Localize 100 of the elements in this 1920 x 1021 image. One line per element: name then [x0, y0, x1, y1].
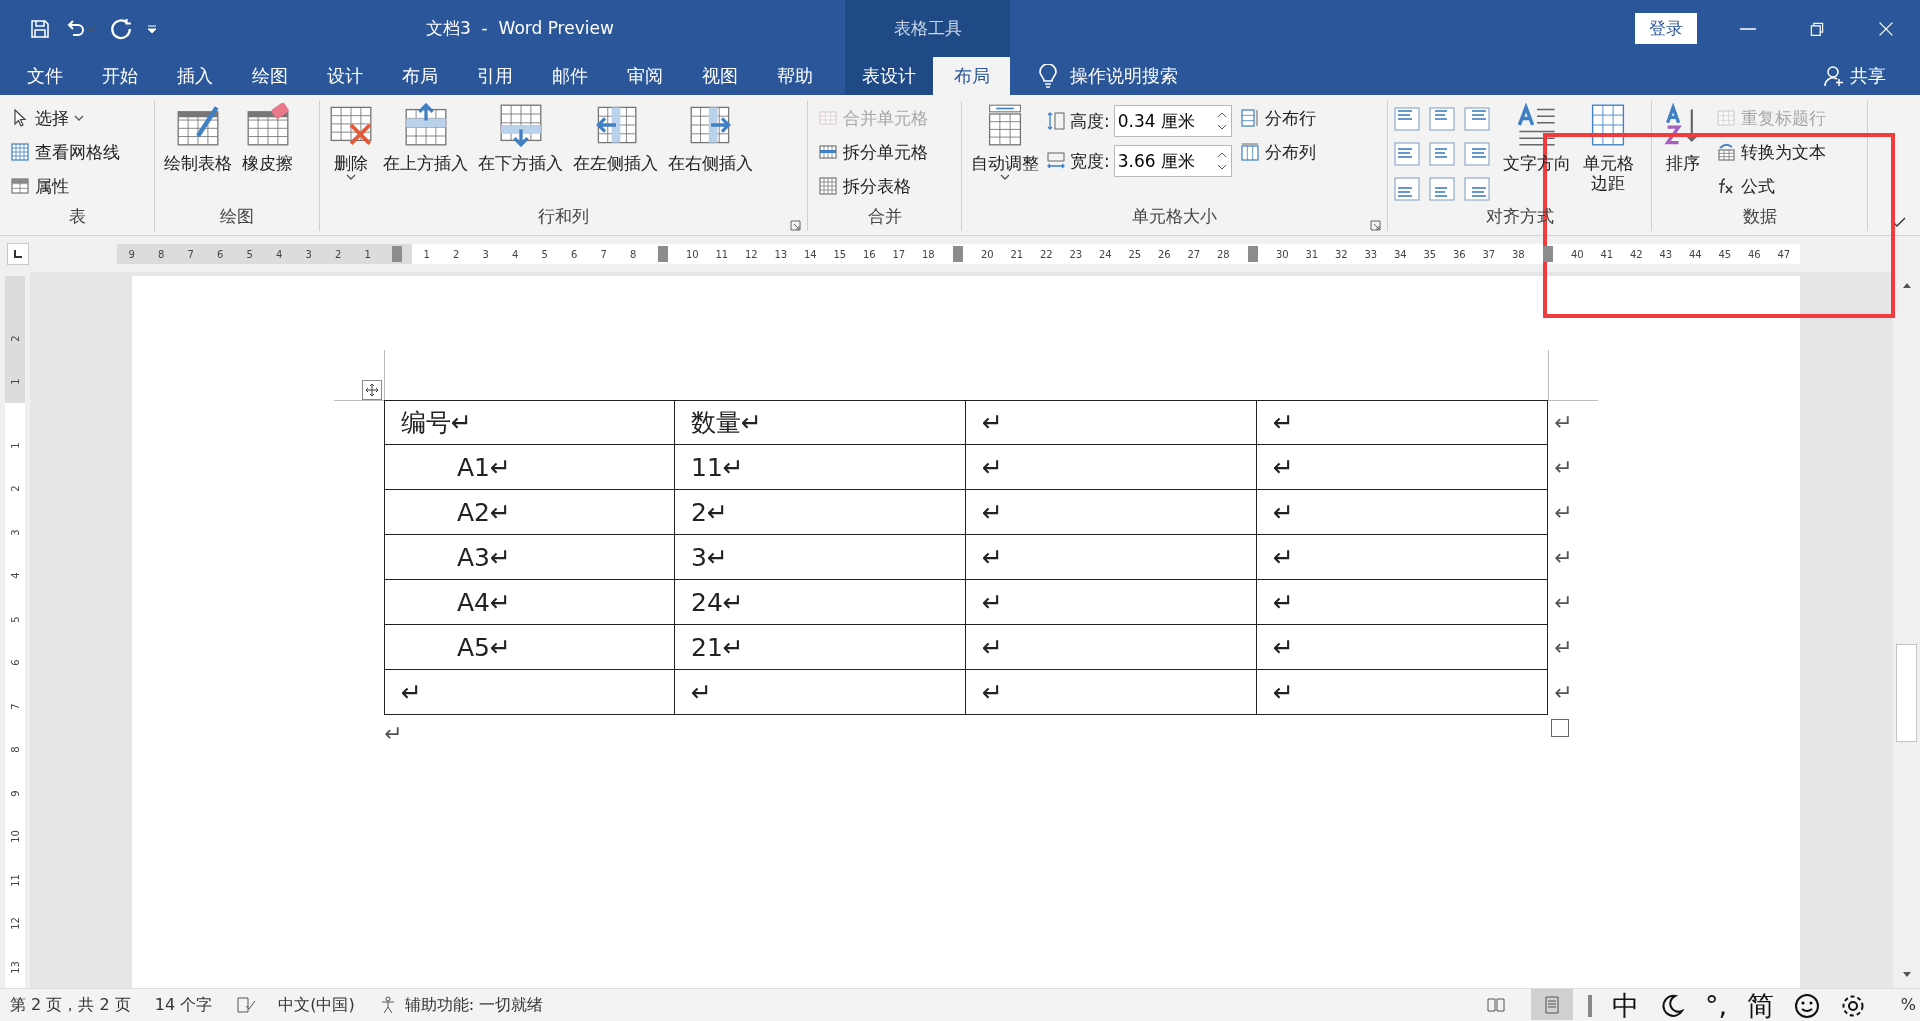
ruler-number: 37 — [1481, 247, 1497, 262]
table-up-arrow-button[interactable]: 在上方插入 — [380, 101, 471, 176]
ruler-number: 5 — [9, 615, 21, 623]
distribute-rows-icon — [1239, 108, 1260, 128]
ribbon-button[interactable]: 属性 — [6, 171, 124, 201]
group-label: 合并 — [867, 205, 902, 228]
cell-text: ↵ — [1273, 587, 1294, 617]
ruler-number: 32 — [1333, 247, 1349, 262]
ribbon-tab[interactable]: 开始 — [82, 57, 157, 95]
size-field[interactable]: 3.66 厘米 — [1113, 145, 1232, 177]
ribbon-button[interactable]: 选择 — [6, 103, 124, 133]
table-resize-button[interactable]: 自动调整 — [968, 101, 1042, 184]
cell-text: 21↵ — [691, 632, 744, 662]
align-icon[interactable] — [1464, 107, 1490, 131]
ruler-number: 15 — [832, 247, 848, 262]
ribbon-tab[interactable]: 引用 — [457, 57, 532, 95]
cell-text: 11↵ — [691, 452, 744, 482]
ribbon-tab[interactable]: 文件 — [7, 57, 82, 95]
ruler-number: 10 — [9, 830, 21, 843]
tab-selector-button[interactable] — [7, 243, 29, 265]
cell-text: ↵ — [982, 452, 1003, 482]
ruler-number: 12 — [743, 247, 759, 262]
ruler-number: 27 — [1186, 247, 1202, 262]
ruler-number: 13 — [9, 960, 21, 974]
accessibility-status[interactable]: 辅助功能: 一切就绪 — [378, 994, 544, 1016]
table-pencil-button[interactable]: 绘制表格 — [161, 101, 235, 176]
ribbon-button[interactable]: 拆分表格 — [814, 171, 932, 201]
table-left-arrow-button[interactable]: 在左侧插入 — [570, 101, 661, 176]
ribbon-button[interactable]: 查看网格线 — [6, 137, 124, 167]
ribbon-tab[interactable]: 审阅 — [607, 57, 682, 95]
align-icon[interactable] — [1464, 142, 1490, 166]
table-down-arrow-button[interactable]: 在下方插入 — [475, 101, 566, 176]
cell-text: 3↵ — [691, 542, 728, 572]
align-icon[interactable] — [1429, 142, 1455, 166]
ribbon-tab[interactable]: 表设计 — [845, 57, 933, 95]
table-right-arrow-button[interactable]: 在右侧插入 — [665, 101, 756, 176]
ruler-number: 45 — [1717, 247, 1733, 262]
move-handle-icon[interactable] — [362, 380, 382, 400]
ribbon-tab[interactable]: 插入 — [157, 57, 232, 95]
scrollbar-thumb[interactable] — [1896, 644, 1917, 742]
ribbon-tab[interactable]: 邮件 — [532, 57, 607, 95]
ribbon-button[interactable]: 转换为文本 — [1712, 137, 1830, 167]
field-label: 宽度: — [1070, 149, 1110, 173]
cell-text: ↵ — [1273, 632, 1294, 662]
spinner-icon[interactable] — [1215, 110, 1228, 132]
ribbon-tab[interactable]: 帮助 — [757, 57, 832, 95]
ribbon-tab[interactable]: 布局 — [382, 57, 457, 95]
scroll-down-icon — [1901, 971, 1912, 979]
ribbon-tab[interactable]: 绘图 — [232, 57, 307, 95]
ribbon-tab[interactable]: 布局 — [933, 57, 1010, 95]
align-icon[interactable] — [1464, 177, 1490, 201]
ribbon-tab[interactable]: 视图 — [682, 57, 757, 95]
close-icon — [1877, 20, 1894, 37]
align-icon[interactable] — [1394, 142, 1420, 166]
size-field[interactable]: 0.34 厘米 — [1113, 105, 1232, 137]
ruler-number: 3 — [481, 247, 490, 262]
login-button[interactable]: 登录 — [1635, 13, 1697, 44]
ribbon-button[interactable]: 公式 — [1712, 171, 1830, 201]
ribbon-tab[interactable]: 设计 — [307, 57, 382, 95]
table-icon — [818, 108, 838, 128]
ruler-number: 7 — [599, 247, 608, 262]
tell-me-search[interactable]: 操作说明搜索 — [1032, 57, 1184, 95]
ruler-number: 4 — [264, 244, 294, 264]
ime-button[interactable]: °, — [1705, 990, 1728, 1021]
ruler-number: 40 — [1569, 247, 1585, 262]
ime-button[interactable]: 中 — [1612, 987, 1639, 1021]
align-icon[interactable] — [1394, 177, 1420, 201]
ruler-number: 3 — [9, 528, 21, 536]
paragraph-mark: ↵ — [384, 721, 403, 746]
cell-text: ↵ — [982, 542, 1003, 572]
caret-icon — [74, 114, 84, 122]
table-list-icon — [10, 176, 30, 196]
resize-handle[interactable] — [1551, 719, 1569, 737]
table-eraser-button[interactable]: 橡皮擦 — [239, 101, 296, 176]
ribbon-button[interactable]: 拆分单元格 — [814, 137, 932, 167]
ime-button[interactable]: 简 — [1747, 987, 1775, 1021]
table-down-arrow-icon — [498, 103, 543, 147]
ribbon-button[interactable]: 分布列 — [1235, 137, 1320, 167]
cell-margins-button[interactable]: 单元格边距 — [1578, 101, 1639, 196]
ruler-marker[interactable] — [392, 246, 403, 262]
spinner-icon[interactable] — [1215, 150, 1228, 172]
group-label: 数据 — [1742, 205, 1777, 228]
align-icon[interactable] — [1429, 177, 1455, 201]
align-icon[interactable] — [1394, 107, 1420, 131]
redo-button[interactable] — [110, 17, 132, 40]
align-icon[interactable] — [1429, 107, 1455, 131]
ruler-marker[interactable] — [952, 246, 963, 262]
sort-button[interactable]: 排序 — [1658, 101, 1708, 176]
ruler-marker[interactable] — [1542, 246, 1553, 262]
ruler-number: 2 — [452, 247, 461, 262]
save-button[interactable] — [30, 18, 50, 39]
ruler-marker[interactable] — [1247, 246, 1258, 262]
share-button[interactable]: 共享 — [1818, 57, 1892, 95]
cell-text: ↵ — [1273, 542, 1294, 572]
ruler-marker[interactable] — [657, 246, 668, 262]
table-cross-button[interactable]: 删除 — [326, 101, 376, 184]
ribbon-button[interactable]: 分布行 — [1235, 103, 1320, 133]
print-layout-button[interactable] — [1531, 989, 1573, 1020]
customize-button[interactable] — [146, 22, 158, 35]
window-title: 文档3 - Word Preview — [426, 17, 615, 40]
